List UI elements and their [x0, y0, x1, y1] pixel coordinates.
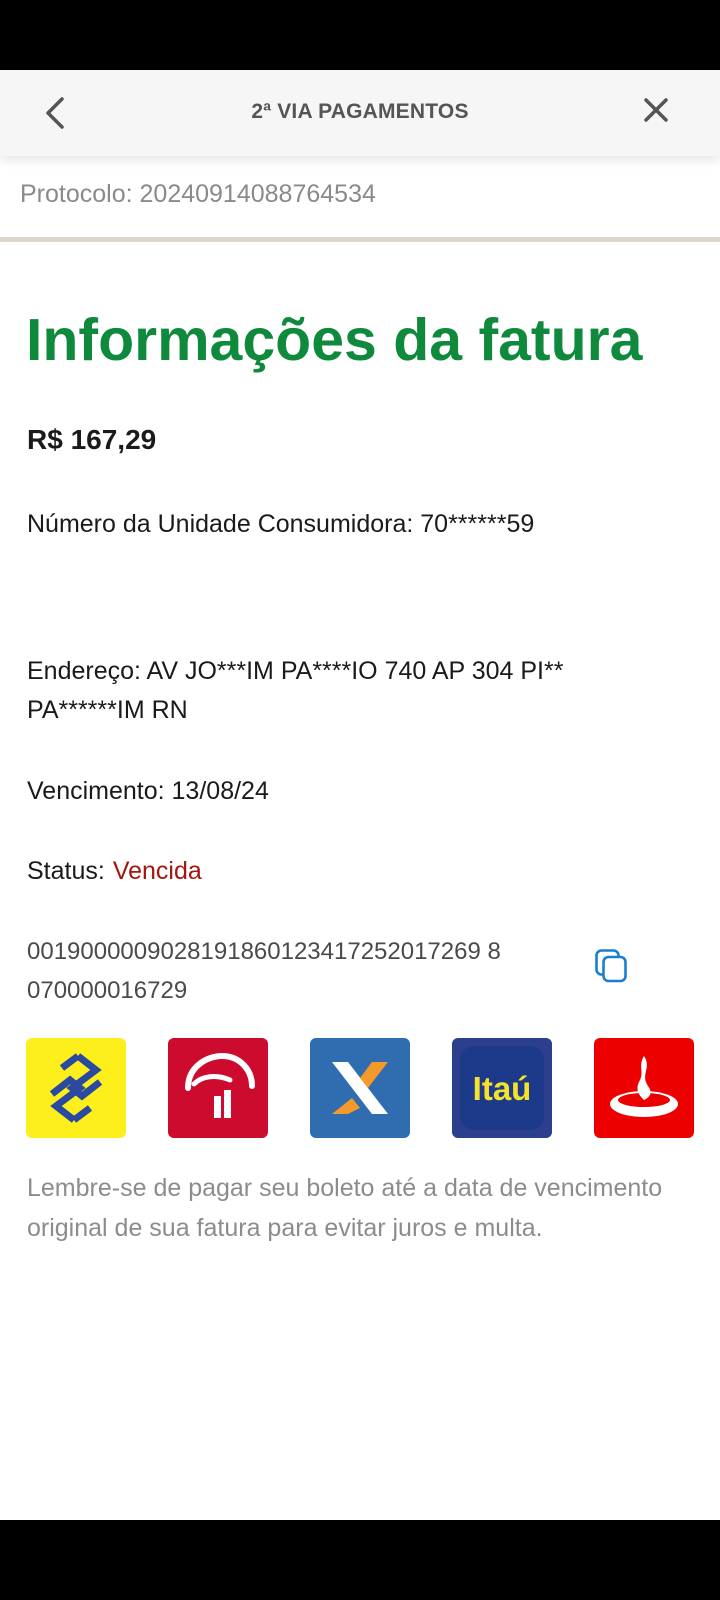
app-screen: 2ª VIA PAGAMENTOS Protocolo: 20240914088…: [0, 70, 720, 1520]
navigation-bar: [0, 1520, 720, 1600]
status-bar: [0, 0, 720, 70]
page-title: 2ª VIA PAGAMENTOS: [251, 100, 469, 123]
status-value: Vencida: [112, 857, 202, 885]
status-label: Status:: [27, 857, 105, 885]
itau-label: Itaú: [472, 1070, 532, 1107]
banco-do-brasil-logo: [26, 1038, 126, 1138]
santander-logo: [594, 1038, 694, 1138]
due-date: Vencimento: 13/08/24: [27, 777, 269, 805]
invoice-status: Status: Vencida: [27, 852, 202, 891]
caixa-logo: [310, 1038, 410, 1138]
close-button[interactable]: [636, 90, 676, 130]
protocol-number: Protocolo: 20240914088764534: [20, 180, 376, 208]
header-bar: 2ª VIA PAGAMENTOS: [0, 70, 720, 156]
barcode-number[interactable]: 0019000009028191860123417252017269 8 070…: [27, 932, 587, 1010]
bradesco-logo: [168, 1038, 268, 1138]
bank-itau[interactable]: Itaú: [452, 1038, 552, 1138]
copy-barcode-button[interactable]: [594, 948, 630, 984]
consumer-unit-number: Número da Unidade Consumidora: 70******5…: [27, 510, 535, 538]
payment-reminder: Lembre-se de pagar seu boleto até a data…: [27, 1174, 663, 1242]
invoice-amount: R$ 167,29: [27, 424, 157, 455]
invoice-title: Informações da fatura: [26, 307, 643, 373]
close-icon: [644, 98, 668, 122]
bank-banco-do-brasil[interactable]: [26, 1038, 126, 1138]
bank-list: Itaú: [26, 1038, 696, 1138]
copy-icon: [595, 949, 627, 983]
bank-santander[interactable]: [594, 1038, 694, 1138]
bank-bradesco[interactable]: [168, 1038, 268, 1138]
address-line-2: PA******IM RN: [27, 696, 188, 724]
barcode-line-2: 070000016729: [27, 977, 188, 1004]
address-line-1: Endereço: AV JO***IM PA****IO 740 AP 304…: [27, 657, 564, 685]
bank-caixa[interactable]: [310, 1038, 410, 1138]
divider: [0, 237, 720, 242]
barcode-line-1: 0019000009028191860123417252017269 8: [27, 938, 501, 965]
address: Endereço: AV JO***IM PA****IO 740 AP 304…: [27, 652, 667, 730]
